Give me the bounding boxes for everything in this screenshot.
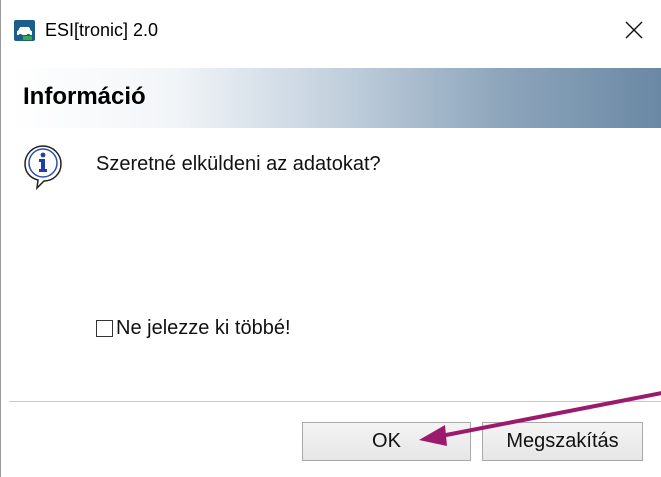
ok-button[interactable]: OK bbox=[302, 422, 471, 461]
dialog-window: ESI[tronic] 2.0 Információ Szeretné elkü… bbox=[0, 0, 661, 477]
title-bar[interactable]: ESI[tronic] 2.0 bbox=[1, 0, 661, 60]
checkbox-label[interactable]: Ne jelezze ki többé! bbox=[116, 315, 291, 341]
cancel-button[interactable]: Megszakítás bbox=[482, 422, 643, 461]
dialog-header: Információ bbox=[9, 68, 661, 128]
info-icon bbox=[24, 145, 62, 190]
footer-divider bbox=[9, 401, 661, 402]
car-diagnostic-icon bbox=[14, 20, 35, 41]
close-icon bbox=[625, 21, 643, 39]
window-title: ESI[tronic] 2.0 bbox=[45, 20, 159, 40]
close-button[interactable] bbox=[611, 10, 657, 50]
dialog-title: Információ bbox=[23, 83, 146, 110]
message-text: Szeretné elküldeni az adatokat? bbox=[96, 153, 381, 175]
checkbox-box[interactable] bbox=[96, 319, 113, 337]
dont-show-again-checkbox[interactable]: Ne jelezze ki többé! bbox=[96, 315, 291, 341]
